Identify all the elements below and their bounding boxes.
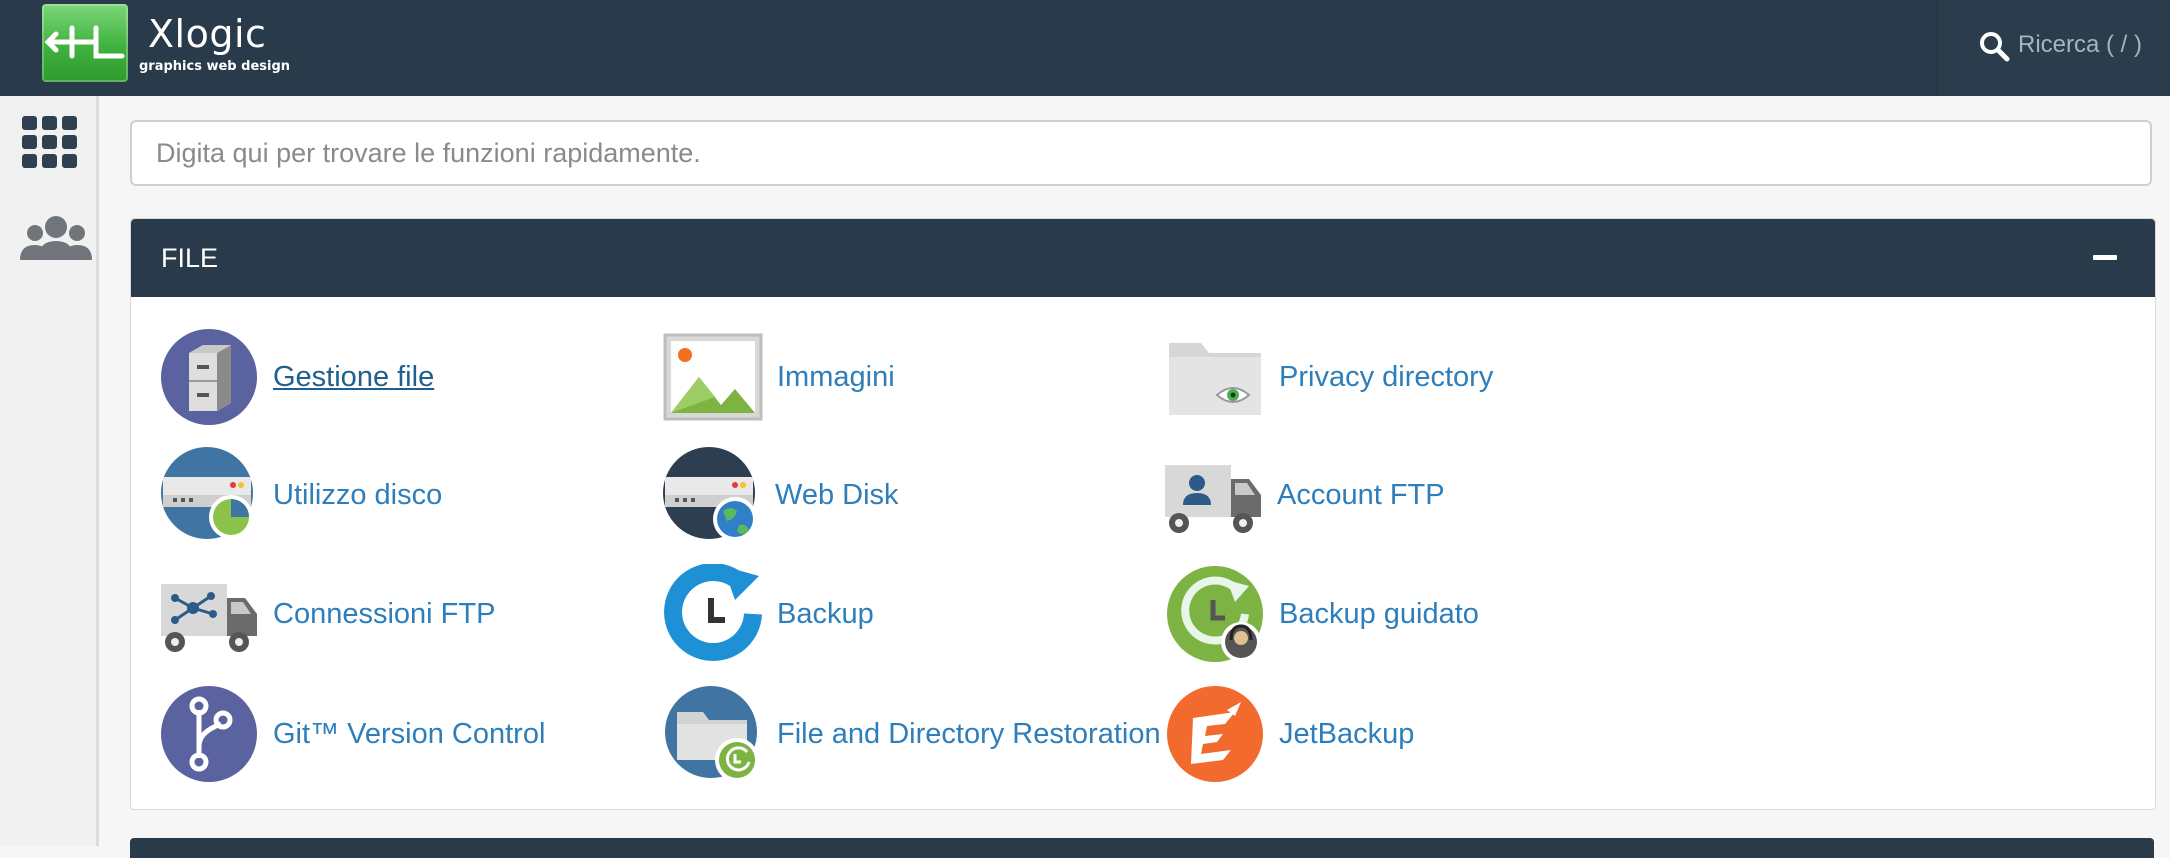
item-account-ftp[interactable]: Account FTP [1163, 445, 1445, 545]
top-bar: Xlogic graphics web design Ricerca ( / ) [0, 0, 2170, 96]
file-section-header[interactable]: FILE [131, 219, 2155, 297]
brand-name: Xlogic [148, 12, 267, 56]
backup-wizard-icon [1167, 566, 1263, 662]
git-icon [161, 686, 257, 782]
item-connessioni-ftp[interactable]: Connessioni FTP [159, 564, 495, 664]
brand-tagline: graphics web design [139, 59, 291, 74]
item-jetbackup[interactable]: JetBackup [1165, 684, 1414, 784]
file-cabinet-icon [161, 329, 257, 425]
item-label: Git™ Version Control [273, 717, 546, 750]
item-privacy-directory[interactable]: Privacy directory [1165, 327, 1493, 427]
item-web-disk[interactable]: Web Disk [661, 445, 899, 545]
ftp-account-truck-icon [1165, 465, 1261, 533]
folder-restore-icon [665, 686, 759, 782]
file-section-panel: FILE Gestione file Immagini Privacy dire… [130, 218, 2156, 810]
item-label: Web Disk [775, 478, 899, 511]
global-search-button[interactable]: Ricerca ( / ) [1937, 0, 2170, 96]
item-gestione-file[interactable]: Gestione file [159, 327, 434, 427]
item-label: Backup [777, 597, 874, 630]
left-rail [0, 96, 99, 846]
global-search-label: Ricerca ( / ) [2018, 31, 2143, 58]
item-label: Backup guidato [1279, 597, 1479, 630]
item-label: Account FTP [1277, 478, 1445, 511]
item-label: Gestione file [273, 360, 435, 393]
web-disk-icon [663, 447, 757, 541]
users-group-icon[interactable] [20, 214, 92, 262]
quick-search-input[interactable] [130, 120, 2152, 186]
next-section-header[interactable] [130, 838, 2154, 858]
jetbackup-icon [1167, 686, 1263, 782]
grid-apps-icon[interactable] [22, 116, 78, 168]
collapse-minus-icon[interactable] [2093, 255, 2117, 260]
item-label: File and Directory Restoration [777, 717, 1161, 750]
image-icon [663, 333, 763, 421]
logo-mark-icon [42, 4, 128, 82]
item-label: Immagini [777, 360, 895, 393]
item-backup[interactable]: Backup [663, 564, 874, 664]
item-utilizzo-disco[interactable]: Utilizzo disco [159, 445, 442, 545]
item-immagini[interactable]: Immagini [663, 327, 895, 427]
brand-logo[interactable]: Xlogic graphics web design [42, 2, 292, 82]
item-git-version-control[interactable]: Git™ Version Control [159, 684, 545, 784]
search-icon [1980, 32, 2010, 62]
item-label: Privacy directory [1279, 360, 1494, 393]
folder-eye-icon [1169, 343, 1261, 415]
item-label: Utilizzo disco [273, 478, 443, 511]
item-file-directory-restoration[interactable]: File and Directory Restoration [663, 684, 1161, 784]
ftp-connections-truck-icon [161, 584, 257, 652]
disk-usage-icon [161, 447, 253, 539]
item-label: JetBackup [1279, 717, 1415, 750]
section-title: FILE [161, 243, 219, 273]
backup-icon [664, 564, 762, 662]
item-backup-guidato[interactable]: Backup guidato [1165, 564, 1479, 664]
item-label: Connessioni FTP [273, 597, 496, 630]
